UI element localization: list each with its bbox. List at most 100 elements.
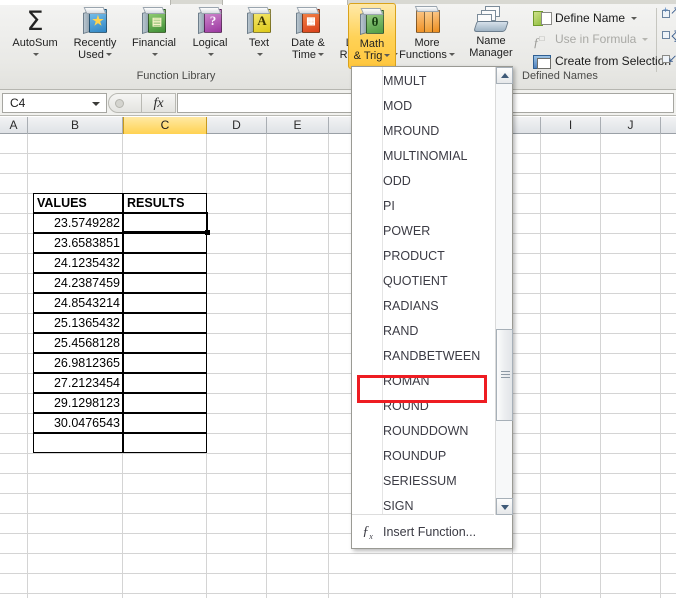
chevron-down-icon [33, 53, 39, 56]
column-header-K[interactable] [661, 117, 676, 134]
column-header-A[interactable]: A [0, 117, 28, 134]
table-row[interactable]: 27.2123454 [33, 373, 123, 393]
column-header-row: A B C D E I J [0, 117, 676, 134]
trace-precedents-icon[interactable]: ↗ + [662, 6, 676, 23]
define-name-command[interactable]: Define Name [533, 8, 637, 28]
column-header-B[interactable]: B [28, 117, 123, 134]
column-header-D[interactable]: D [207, 117, 267, 134]
math-trig-button[interactable]: θ Math & Trig [348, 3, 396, 69]
menu-item-mod[interactable]: MOD [352, 94, 494, 119]
column-header-C[interactable]: C [123, 117, 207, 134]
table-row[interactable]: 29.1298123 [33, 393, 123, 413]
use-in-formula-label: Use in Formula [555, 32, 636, 46]
book-financial-icon: ▤ [139, 6, 169, 36]
book-theta-icon: θ [357, 7, 387, 37]
table-row[interactable]: 24.2387459 [33, 273, 123, 293]
grid-area[interactable]: VALUES RESULTS 23.5749282 23.6583851 24.… [0, 134, 676, 598]
table-header-results[interactable]: RESULTS [123, 193, 207, 213]
result-cell[interactable] [123, 313, 207, 333]
table-row[interactable]: 30.0476543 [33, 413, 123, 433]
column-header-J[interactable]: J [601, 117, 661, 134]
menu-item-randbetween[interactable]: RANDBETWEEN [352, 344, 494, 369]
column-header-H[interactable] [513, 117, 541, 134]
define-name-icon [533, 10, 551, 26]
date-time-label-2: Time [292, 50, 324, 62]
menu-item-product[interactable]: PRODUCT [352, 244, 494, 269]
menu-item-quotient[interactable]: QUOTIENT [352, 269, 494, 294]
text-button[interactable]: A Text [238, 2, 280, 60]
table-header-values[interactable]: VALUES [33, 193, 123, 213]
table-row[interactable]: 25.4568128 [33, 333, 123, 353]
chevron-down-icon [152, 53, 158, 56]
name-box[interactable]: C4 [2, 93, 107, 113]
menu-item-rounddown[interactable]: ROUNDDOWN [352, 419, 494, 444]
remove-arrows-icon[interactable]: ↙ [662, 52, 676, 69]
name-manager-label-2: Manager [469, 48, 512, 60]
menu-item-pi[interactable]: PI [352, 194, 494, 219]
text-label: Text [249, 38, 269, 50]
result-cell[interactable] [123, 233, 207, 253]
create-from-selection-icon [533, 53, 551, 69]
table-row[interactable]: 23.6583851 [33, 233, 123, 253]
menu-item-odd[interactable]: ODD [352, 169, 494, 194]
insert-function-label: Insert Function... [383, 525, 476, 539]
result-cell[interactable] [123, 253, 207, 273]
logical-button[interactable]: ? Logical [184, 2, 236, 60]
insert-function-menu-item[interactable]: ƒx Insert Function... [352, 516, 512, 548]
menu-item-mround[interactable]: MROUND [352, 119, 494, 144]
table-row[interactable]: 26.9812365 [33, 353, 123, 373]
result-cell[interactable] [123, 353, 207, 373]
menu-item-mmult[interactable]: MMULT [352, 69, 494, 94]
recently-used-button[interactable]: ★ Recently Used [66, 2, 124, 62]
financial-caret[interactable] [150, 51, 158, 59]
excel-window: Function Library Defined Names Σ AutoSum… [0, 0, 676, 598]
menu-item-roundup[interactable]: ROUNDUP [352, 444, 494, 469]
insert-function-button[interactable]: fx [142, 93, 176, 113]
active-cell-c4[interactable] [122, 212, 208, 233]
use-in-formula-command[interactable]: ƒ□ Use in Formula [533, 29, 648, 49]
more-functions-button[interactable]: More Functions [396, 2, 458, 62]
scroll-up-icon[interactable] [496, 67, 513, 84]
menu-item-sign[interactable]: SIGN [352, 494, 494, 514]
result-cell[interactable] [123, 293, 207, 313]
menu-item-round[interactable]: ROUND [352, 394, 494, 419]
table-row-empty[interactable] [33, 433, 123, 453]
menu-item-radians[interactable]: RADIANS [352, 294, 494, 319]
chevron-down-icon [106, 53, 112, 56]
autosum-caret[interactable] [31, 51, 39, 59]
menu-separator [352, 514, 494, 515]
create-from-selection-command[interactable]: Create from Selection [533, 51, 671, 71]
menu-item-roman[interactable]: ROMAN [352, 369, 494, 394]
scroll-down-icon[interactable] [496, 498, 513, 515]
logical-label: Logical [193, 38, 228, 50]
menu-item-multinomial[interactable]: MULTINOMIAL [352, 144, 494, 169]
financial-button[interactable]: ▤ Financial [126, 2, 182, 60]
name-manager-button[interactable]: Name Manager [462, 2, 520, 60]
result-cell[interactable] [123, 273, 207, 293]
menu-item-rand[interactable]: RAND [352, 319, 494, 344]
result-cell[interactable] [123, 413, 207, 433]
table-row[interactable]: 23.5749282 [33, 213, 123, 233]
autosum-button[interactable]: Σ AutoSum [6, 2, 64, 60]
formula-bar-buttons-group[interactable] [108, 93, 142, 113]
column-header-E[interactable]: E [267, 117, 329, 134]
financial-label: Financial [132, 38, 176, 50]
scroll-thumb[interactable] [496, 329, 513, 421]
table-row[interactable]: 25.1365432 [33, 313, 123, 333]
trace-dependents-icon[interactable]: ↗ ↘ [662, 29, 676, 46]
menu-item-power[interactable]: POWER [352, 219, 494, 244]
logical-caret[interactable] [206, 51, 214, 59]
result-cell[interactable] [123, 373, 207, 393]
menu-scrollbar[interactable] [495, 67, 512, 515]
menu-item-list[interactable]: MMULT MOD MROUND MULTINOMIAL ODD PI POWE… [352, 67, 494, 514]
table-row[interactable]: 24.1235432 [33, 253, 123, 273]
menu-item-seriessum[interactable]: SERIESSUM [352, 469, 494, 494]
result-cell-empty[interactable] [123, 433, 207, 453]
result-cell[interactable] [123, 333, 207, 353]
column-header-I[interactable]: I [541, 117, 601, 134]
result-cell[interactable] [123, 393, 207, 413]
fill-handle[interactable] [205, 230, 210, 235]
table-row[interactable]: 24.8543214 [33, 293, 123, 313]
text-caret[interactable] [255, 51, 263, 59]
date-time-button[interactable]: ▦ Date & Time [280, 2, 336, 62]
